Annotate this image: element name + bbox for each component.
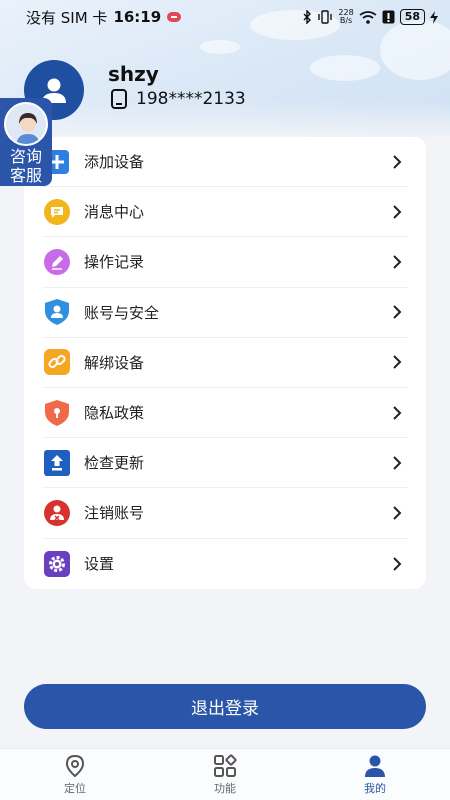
logout-button[interactable]: 退出登录 [24, 684, 426, 729]
wifi-icon [359, 10, 377, 24]
menu-item-label: 检查更新 [84, 454, 145, 473]
menu-item-label: 设置 [84, 555, 115, 574]
menu-item-message-center[interactable]: 消息中心 [42, 187, 408, 238]
chevron-right-icon [393, 456, 402, 470]
battery-indicator: 58 [399, 9, 425, 25]
privacy-shield-icon [42, 398, 72, 428]
menu-item-privacy-policy[interactable]: 隐私政策 [42, 388, 408, 439]
chevron-right-icon [393, 556, 402, 571]
shield-user-icon [42, 297, 72, 327]
chevron-right-icon [393, 506, 402, 520]
service-agent-avatar [4, 102, 48, 146]
chevron-right-icon [393, 405, 402, 420]
phone-number: 198****2133 [136, 89, 246, 109]
tab-label: 我的 [364, 781, 386, 795]
tab-label: 功能 [214, 781, 236, 795]
menu-item-cancel-account[interactable]: 注销账号 [42, 488, 408, 539]
menu-item-settings[interactable]: 设置 [42, 539, 408, 589]
alert-icon [382, 10, 395, 24]
phone-row: 198****2133 [110, 89, 246, 109]
customer-service-button[interactable]: 咨询 客服 [0, 98, 52, 186]
status-time: 16:19 [113, 8, 162, 26]
bluetooth-icon [303, 10, 312, 24]
carrier-text: 没有 SIM 卡 [26, 8, 108, 27]
delete-account-icon [42, 498, 72, 528]
chevron-right-icon [393, 305, 402, 319]
menu-item-check-update[interactable]: 检查更新 [42, 438, 408, 489]
menu-item-operation-record[interactable]: 操作记录 [42, 237, 408, 288]
chevron-right-icon [393, 355, 402, 370]
grid-apps-icon [214, 753, 237, 777]
message-icon [42, 197, 72, 227]
bottom-nav: 定位 功能 我的 [0, 748, 450, 800]
tab-mine[interactable]: 我的 [300, 749, 450, 800]
menu-item-label: 消息中心 [84, 203, 145, 222]
menu-item-label: 解绑设备 [84, 353, 145, 372]
recording-icon [167, 12, 182, 22]
charging-icon [430, 10, 438, 24]
username: shzy [108, 62, 159, 86]
menu-item-label: 操作记录 [84, 253, 145, 272]
chevron-right-icon [393, 255, 402, 269]
edit-record-icon [42, 247, 72, 277]
vibrate-icon [318, 10, 333, 24]
menu-item-label: 隐私政策 [84, 404, 145, 423]
update-icon [42, 448, 72, 478]
menu-card: 添加设备 消息中心 操作记录 账号与安全 解绑设备 隐私政策 检查更新 注销账号… [24, 137, 426, 589]
menu-item-label: 注销账号 [84, 504, 145, 523]
chevron-right-icon [393, 205, 402, 219]
unlink-icon [42, 347, 72, 377]
location-pin-icon [65, 754, 85, 777]
status-bar: 没有 SIM 卡 16:19 228 B/s 58 [0, 0, 450, 34]
phone-icon [111, 89, 127, 109]
tab-location[interactable]: 定位 [0, 749, 150, 800]
menu-item-label: 账号与安全 [84, 303, 160, 322]
gear-icon [42, 549, 72, 579]
chevron-right-icon [393, 154, 402, 169]
menu-item-unbind-device[interactable]: 解绑设备 [42, 338, 408, 388]
tab-label: 定位 [64, 781, 86, 795]
tab-features[interactable]: 功能 [150, 749, 300, 800]
menu-item-account-security[interactable]: 账号与安全 [42, 288, 408, 338]
menu-item-add-device[interactable]: 添加设备 [42, 137, 408, 188]
menu-item-label: 添加设备 [84, 153, 145, 172]
service-label: 咨询 客服 [9, 147, 42, 185]
user-icon [365, 755, 385, 777]
net-speed: 228 B/s [338, 8, 354, 25]
